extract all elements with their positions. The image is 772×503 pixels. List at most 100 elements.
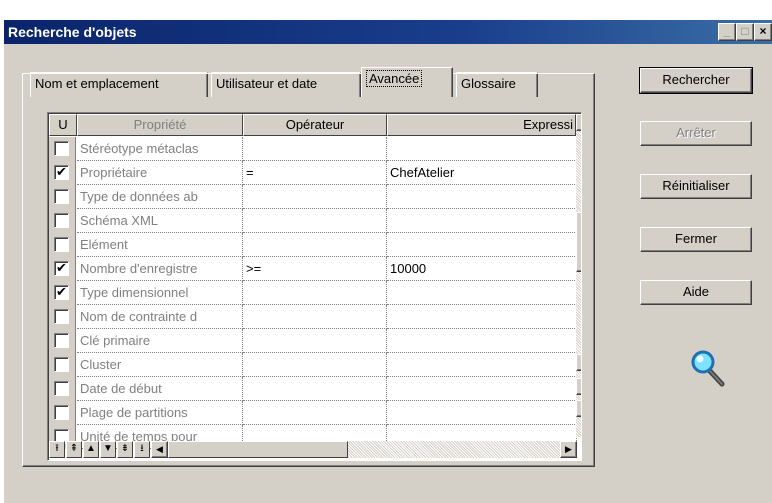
property-cell[interactable]: Date de début — [77, 377, 243, 401]
use-cell — [49, 305, 76, 329]
property-cell[interactable]: Elément — [77, 233, 243, 257]
move-bottom-button[interactable]: ⭳ — [134, 441, 150, 458]
scroll-up-button[interactable]: ▲ — [576, 114, 581, 131]
table-row[interactable]: Schéma XML — [49, 209, 579, 233]
reset-button[interactable]: Réinitialiser — [640, 174, 752, 199]
operator-cell[interactable] — [243, 233, 387, 257]
property-cell[interactable]: Clé primaire — [77, 329, 243, 353]
expression-cell[interactable]: 10000 — [387, 257, 577, 281]
reset-button-label: Réinitialiser — [662, 178, 730, 193]
horizontal-scroll-thumb[interactable] — [168, 441, 348, 458]
minimize-button[interactable]: _ — [718, 23, 736, 41]
operator-cell[interactable]: = — [243, 161, 387, 185]
expression-cell[interactable] — [387, 353, 577, 377]
property-cell[interactable]: Plage de partitions — [77, 401, 243, 425]
use-checkbox[interactable]: ✔ — [54, 285, 69, 300]
expression-cell[interactable] — [387, 305, 577, 329]
use-checkbox[interactable] — [54, 309, 69, 324]
use-cell: ✔ — [49, 281, 76, 305]
use-checkbox[interactable] — [54, 405, 69, 420]
expression-cell[interactable] — [387, 137, 577, 161]
operator-cell[interactable] — [243, 185, 387, 209]
column-header-operator[interactable]: Opérateur — [243, 114, 387, 136]
use-checkbox[interactable] — [54, 141, 69, 156]
expression-cell[interactable] — [387, 401, 577, 425]
table-row[interactable]: Clé primaire — [49, 329, 579, 353]
table-row[interactable]: Nom de contrainte d — [49, 305, 579, 329]
use-checkbox[interactable] — [54, 333, 69, 348]
move-page-down-button[interactable]: ⇟ — [117, 441, 133, 458]
use-cell — [49, 209, 76, 233]
column-header-property[interactable]: Propriété — [77, 114, 243, 136]
move-page-up-button[interactable]: ⇞ — [66, 441, 82, 458]
tab-advanced[interactable]: Avancée — [361, 67, 453, 97]
table-row[interactable]: Elément — [49, 233, 579, 257]
move-down-row-button[interactable]: ▼ — [100, 441, 116, 458]
column-header-expression[interactable]: Expressi — [387, 114, 576, 136]
property-cell[interactable]: Propriétaire — [77, 161, 243, 185]
scroll-thumb[interactable] — [576, 212, 581, 272]
stop-button[interactable]: Arrêter — [640, 121, 752, 146]
horizontal-scrollbar[interactable]: ◀ ▶ — [151, 441, 577, 458]
use-checkbox[interactable] — [54, 357, 69, 372]
move-top-button[interactable]: ⭱ — [49, 441, 65, 458]
table-row[interactable]: ✔ Nombre d'enregistre >= 10000 — [49, 257, 579, 281]
expression-cell[interactable] — [387, 281, 577, 305]
operator-cell[interactable] — [243, 329, 387, 353]
use-cell: ✔ — [49, 161, 76, 185]
use-checkbox[interactable]: ✔ — [54, 165, 69, 180]
use-checkbox[interactable] — [54, 213, 69, 228]
expression-cell[interactable] — [387, 377, 577, 401]
use-checkbox[interactable] — [54, 237, 69, 252]
use-checkbox[interactable]: ✔ — [54, 261, 69, 276]
table-row[interactable]: Stéréotype métaclas — [49, 137, 579, 161]
table-row[interactable]: Plage de partitions — [49, 401, 579, 425]
criteria-grid: U Propriété Opérateur Expressi Stéréotyp… — [47, 112, 582, 461]
grid-toolbar: ⭱ ⇞ ▲ ▼ ⇟ ⭳ ◀ ▶ — [49, 441, 579, 460]
property-cell[interactable]: Type dimensionnel — [77, 281, 243, 305]
column-header-u[interactable]: U — [49, 114, 77, 136]
close-button[interactable]: Fermer — [640, 227, 752, 252]
use-checkbox[interactable] — [54, 189, 69, 204]
scroll-right-button[interactable]: ▶ — [560, 441, 577, 458]
property-cell[interactable]: Nombre d'enregistre — [77, 257, 243, 281]
help-button[interactable]: Aide — [640, 280, 752, 305]
use-cell — [49, 329, 76, 353]
expression-cell[interactable] — [387, 185, 577, 209]
operator-cell[interactable] — [243, 281, 387, 305]
operator-cell[interactable] — [243, 305, 387, 329]
table-row[interactable]: Cluster — [49, 353, 579, 377]
search-button[interactable]: Rechercher — [639, 67, 753, 94]
expression-cell[interactable]: ChefAtelier — [387, 161, 577, 185]
table-row[interactable]: ✔ Type dimensionnel — [49, 281, 579, 305]
table-row[interactable]: Date de début — [49, 377, 579, 401]
operator-cell[interactable] — [243, 377, 387, 401]
operator-cell[interactable] — [243, 137, 387, 161]
property-cell[interactable]: Stéréotype métaclas — [77, 137, 243, 161]
scroll-left-button[interactable]: ◀ — [151, 441, 168, 458]
expression-cell[interactable] — [387, 329, 577, 353]
use-cell — [49, 401, 76, 425]
move-up-row-button[interactable]: ▲ — [83, 441, 99, 458]
move-up-button[interactable]: ⏶ — [576, 378, 581, 395]
operator-cell[interactable] — [243, 401, 387, 425]
property-cell[interactable]: Type de données ab — [77, 185, 243, 209]
move-down-button[interactable]: ⏷ — [576, 400, 581, 417]
table-row[interactable]: Type de données ab — [49, 185, 579, 209]
operator-cell[interactable] — [243, 353, 387, 377]
property-cell[interactable]: Nom de contrainte d — [77, 305, 243, 329]
use-checkbox[interactable] — [54, 381, 69, 396]
operator-cell[interactable] — [243, 209, 387, 233]
operator-cell[interactable]: >= — [243, 257, 387, 281]
use-cell — [49, 233, 76, 257]
expression-cell[interactable] — [387, 209, 577, 233]
close-window-button[interactable]: × — [754, 23, 772, 41]
use-cell — [49, 185, 76, 209]
vertical-scrollbar[interactable]: ▲ ▼ ⏶ ⏷ — [576, 114, 581, 437]
scroll-down-button[interactable]: ▼ — [576, 354, 581, 371]
table-row[interactable]: ✔ Propriétaire = ChefAtelier — [49, 161, 579, 185]
expression-cell[interactable] — [387, 233, 577, 257]
maximize-button[interactable]: □ — [736, 23, 754, 41]
property-cell[interactable]: Cluster — [77, 353, 243, 377]
property-cell[interactable]: Schéma XML — [77, 209, 243, 233]
